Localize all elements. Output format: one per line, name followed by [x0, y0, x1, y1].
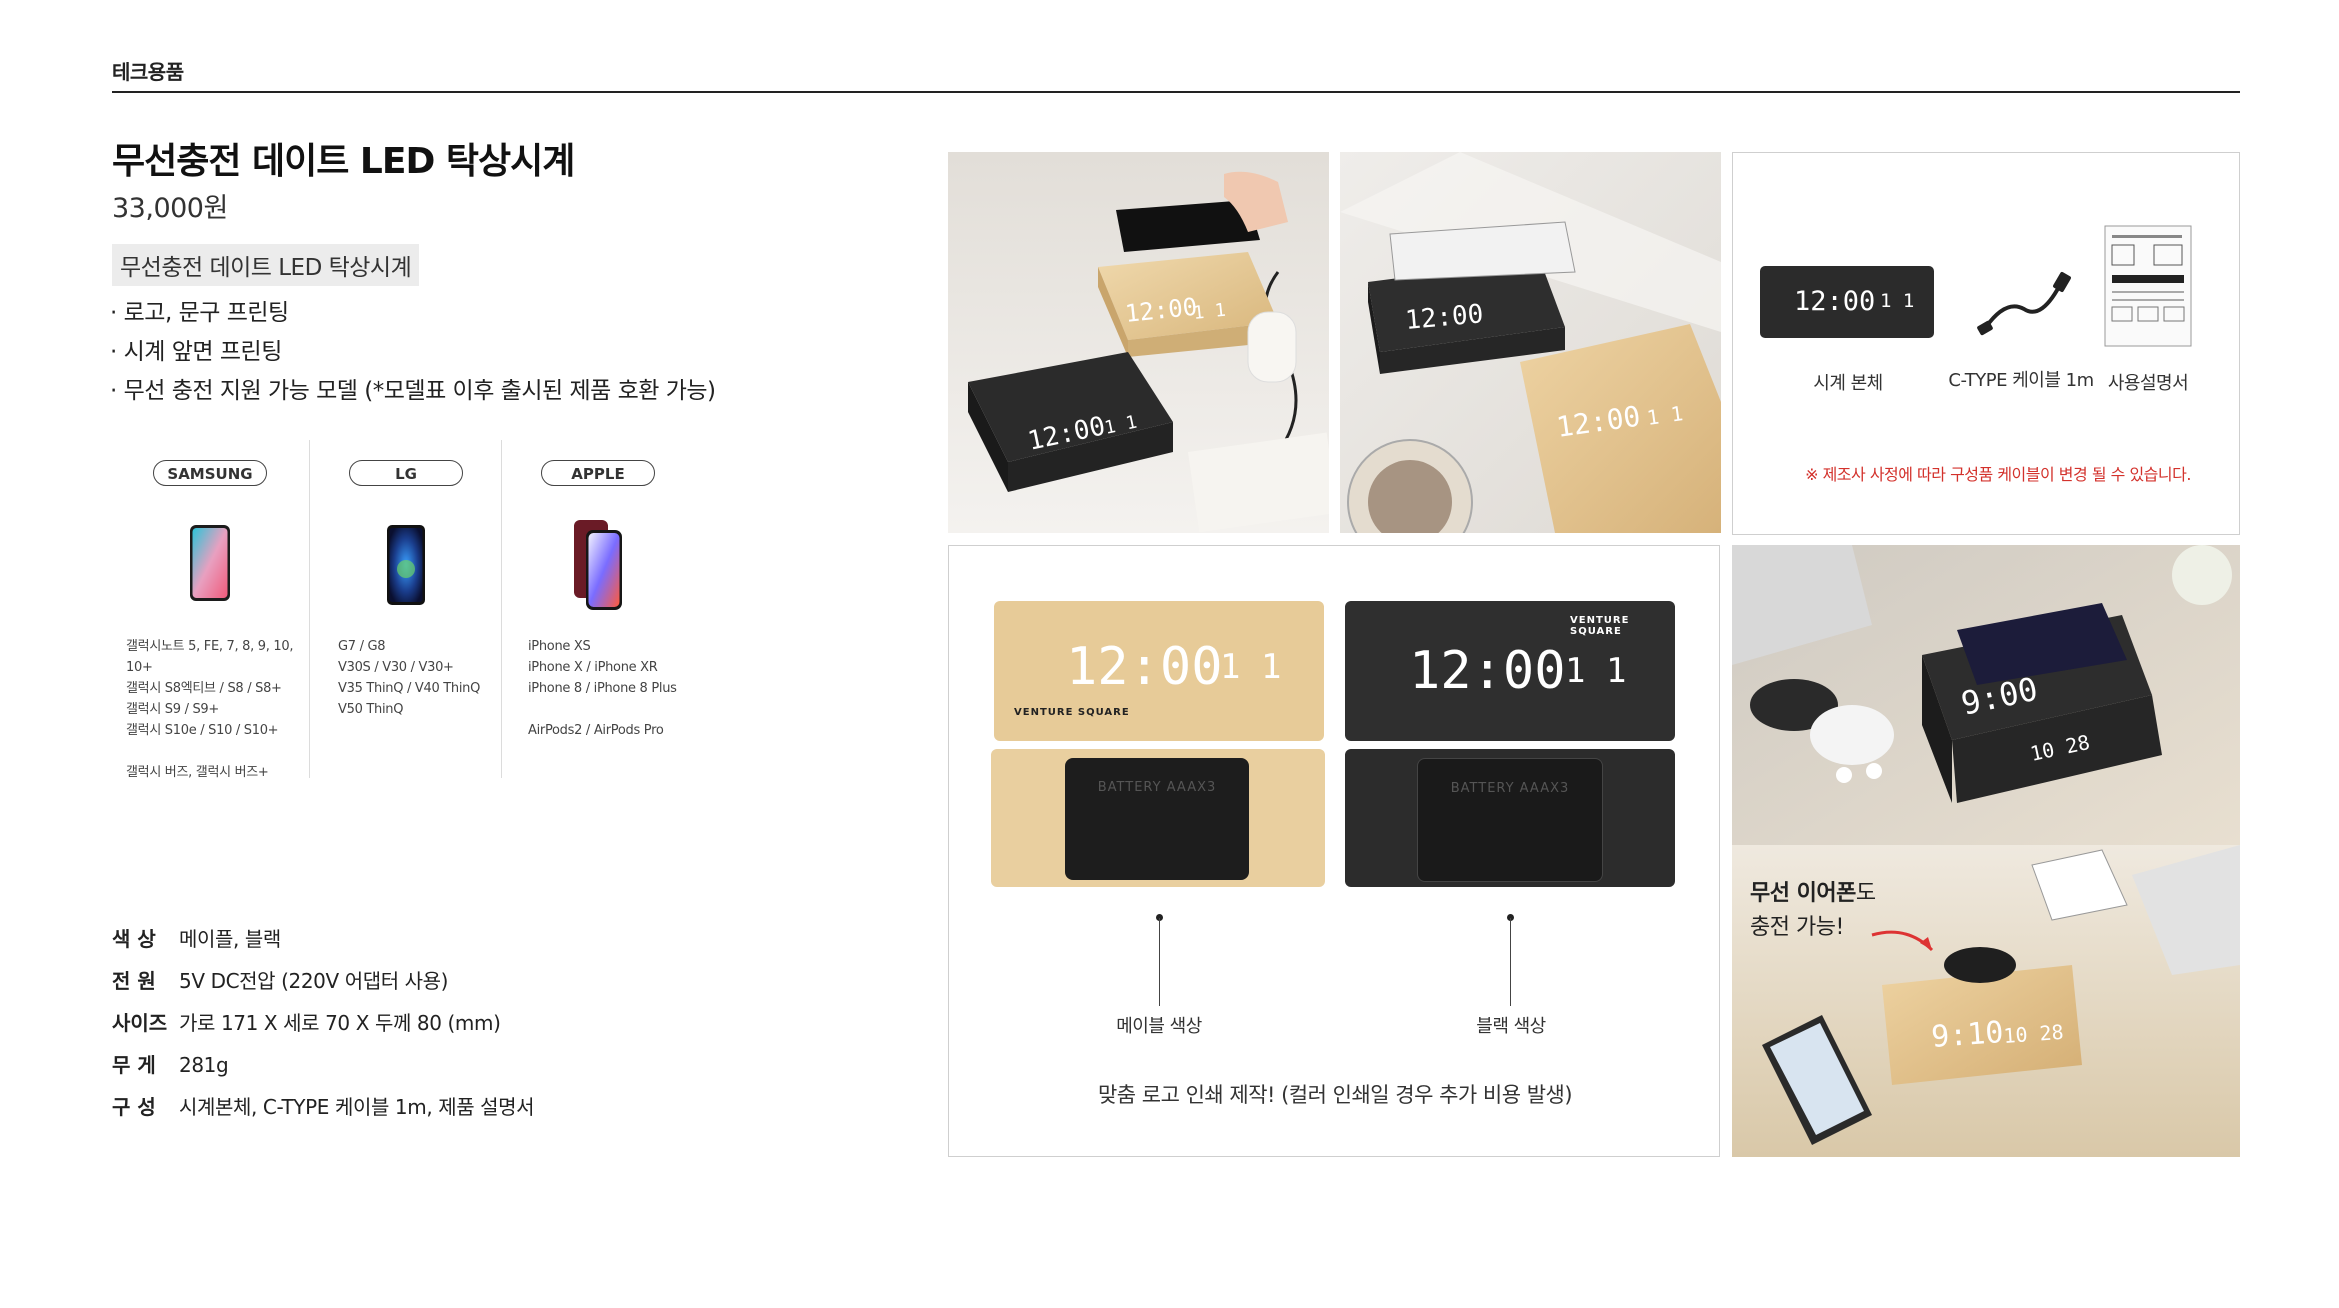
- model-item: V35 ThinQ / V40 ThinQ: [338, 681, 481, 696]
- pointer-line: [1510, 918, 1511, 1006]
- spec-label: 구 성: [112, 1095, 156, 1119]
- spec-row: 전 원 5V DC전압 (220V 어댑터 사용): [112, 960, 534, 1002]
- earphone-caption: 무선 이어폰도 충전 가능!: [1750, 877, 1876, 945]
- photo-phone-charging: 12:00 12:00 1 1: [1340, 152, 1721, 533]
- brand-pill-apple: APPLE: [541, 460, 655, 486]
- led-time: 12:00: [1409, 641, 1566, 701]
- black-color-label: 블랙 색상: [1476, 1016, 1546, 1037]
- black-clock-back: BATTERY AAAX3: [1345, 749, 1675, 887]
- model-item: [126, 741, 308, 762]
- clock-body-image: 12:00 1 1: [1760, 266, 1934, 338]
- logo-print: VENTURE SQUARE: [1570, 615, 1630, 637]
- spec-row: 구 성 시계본체, C-TYPE 케이블 1m, 제품 설명서: [112, 1086, 535, 1128]
- compat-apple: APPLE iPhone XS iPhone X / iPhone XR iPh…: [502, 440, 694, 778]
- brand-pill-samsung: SAMSUNG: [153, 460, 267, 486]
- component-notice: ※ 제조사 사정에 따라 구성품 케이블이 변경 될 수 있습니다.: [1805, 465, 2191, 484]
- black-clock-front: 12:00 1 1 VENTURE SQUARE: [1345, 601, 1675, 741]
- led-date: 1 1: [1220, 647, 1282, 687]
- earphone-caption-rest: 도: [1855, 881, 1876, 906]
- model-item: 갤럭시 S10e / S10 / S10+: [126, 723, 279, 738]
- color-variants-panel: 12:00 1 1 VENTURE SQUARE 12:00 1 1 VENTU…: [948, 545, 1720, 1157]
- battery-text: BATTERY AAAX3: [1097, 780, 1217, 795]
- feature-item: · 로고, 문구 프린팅: [110, 300, 289, 326]
- model-item: G7 / G8: [338, 639, 386, 654]
- product-title: 무선충전 데이트 LED 탁상시계: [112, 141, 575, 182]
- model-item: 갤럭시 S8엑티브 / S8 / S8+: [126, 681, 282, 696]
- apple-phone-icon: [574, 520, 622, 610]
- model-item: 갤럭시 버즈, 갤럭시 버즈+: [126, 765, 269, 780]
- battery-cover: BATTERY AAAX3: [1417, 758, 1603, 882]
- led-time: 12:00: [1794, 286, 1876, 317]
- feature-item: · 무선 충전 지원 가능 모델 (*모델표 이후 출시된 제품 호환 가능): [110, 378, 716, 404]
- product-tag: 무선충전 데이트 LED 탁상시계: [112, 244, 420, 286]
- model-item: iPhone 8 / iPhone 8 Plus: [528, 681, 677, 696]
- spec-row: 사이즈 가로 171 X 세로 70 X 두께 80 (mm): [112, 1002, 534, 1044]
- model-item: AirPods2 / AirPods Pro: [528, 723, 664, 738]
- battery-cover: BATTERY AAAX3: [1065, 758, 1249, 880]
- lg-model-list: G7 / G8 V30S / V30 / V30+ V35 ThinQ / V4…: [338, 636, 480, 720]
- spec-row: 무 게 281g: [112, 1044, 534, 1086]
- led-time: 9:10: [1930, 1015, 2005, 1055]
- lg-phone-icon: [387, 525, 425, 605]
- model-item: [528, 699, 677, 720]
- usb-cable-icon: [1977, 271, 2071, 336]
- led-date: 1 1: [1880, 290, 1915, 312]
- brand-pill-lg: LG: [349, 460, 463, 486]
- maple-clock-front: 12:00 1 1 VENTURE SQUARE: [994, 601, 1324, 741]
- spec-value: 5V DC전압 (220V 어댑터 사용): [179, 969, 449, 993]
- spec-value: 메이플, 블랙: [179, 927, 281, 951]
- maple-color-label: 메이블 색상: [1116, 1016, 1202, 1037]
- component-label-cable: C-TYPE 케이블 1m: [1948, 370, 2094, 391]
- logo-print-caption: 맞춤 로고 인쇄 제작! (컬러 인쇄일 경우 추가 비용 발생): [1097, 1083, 1573, 1107]
- pointer-line: [1159, 918, 1160, 1006]
- logo-print: VENTURE SQUARE: [1014, 707, 1130, 718]
- model-item: iPhone XS: [528, 639, 591, 654]
- spec-label: 사이즈: [112, 1011, 168, 1035]
- model-item: iPhone X / iPhone XR: [528, 660, 658, 675]
- samsung-model-list: 갤럭시노트 5, FE, 7, 8, 9, 10, 10+ 갤럭시 S8엑티브 …: [126, 636, 308, 783]
- spec-label: 색 상: [112, 927, 156, 951]
- manual-icon: [2104, 225, 2192, 347]
- spec-row: 색 상 메이플, 블랙: [112, 918, 534, 960]
- led-time: 12:00: [1066, 637, 1223, 697]
- battery-text: BATTERY AAAX3: [1450, 781, 1570, 796]
- maple-clock-back: BATTERY AAAX3: [991, 749, 1325, 887]
- compat-samsung: SAMSUNG 갤럭시노트 5, FE, 7, 8, 9, 10, 10+ 갤럭…: [112, 440, 308, 780]
- spec-value: 281g: [179, 1053, 229, 1077]
- component-label-manual: 사용설명서: [2107, 373, 2189, 394]
- feature-item: · 시계 앞면 프린팅: [110, 339, 282, 365]
- apple-model-list: iPhone XS iPhone X / iPhone XR iPhone 8 …: [528, 636, 677, 741]
- samsung-phone-icon: [190, 525, 230, 601]
- earphone-caption-line2: 충전 가능!: [1750, 915, 1844, 940]
- led-date: 1 1: [1645, 401, 1684, 430]
- led-date: 1 1: [1192, 300, 1227, 324]
- spec-value: 가로 171 X 세로 70 X 두께 80 (mm): [179, 1011, 501, 1035]
- compat-lg: LG G7 / G8 V30S / V30 / V30+ V35 ThinQ /…: [310, 440, 502, 778]
- model-item: 갤럭시노트 5, FE, 7, 8, 9, 10, 10+: [126, 639, 294, 675]
- led-date: 10 28: [2003, 1020, 2065, 1048]
- earphone-caption-bold: 무선 이어폰: [1750, 881, 1856, 906]
- model-item: V30S / V30 / V30+: [338, 660, 454, 675]
- components-panel: 12:00 1 1 시계 본체 C-TYPE 케이블 1m 사용설명서 ※ 제조…: [1732, 152, 2240, 535]
- model-item: V50 ThinQ: [338, 702, 404, 717]
- spec-label: 전 원: [112, 969, 156, 993]
- feature-list: · 로고, 문구 프린팅 · 시계 앞면 프린팅 · 무선 충전 지원 가능 모…: [110, 294, 716, 411]
- product-price: 33,000원: [112, 193, 228, 224]
- led-date: 1 1: [1565, 651, 1627, 691]
- spec-value: 시계본체, C-TYPE 케이블 1m, 제품 설명서: [179, 1095, 535, 1119]
- category-label: 테크용품: [112, 60, 184, 84]
- photo-lifestyle: 9:00 10 28 9:10 10 28 무선 이어폰도 충전 가능!: [1732, 545, 2240, 1157]
- spec-label: 무 게: [112, 1053, 156, 1077]
- photo-clocks-table: 12:00 1 1 12:00 1 1: [948, 152, 1329, 533]
- model-item: 갤럭시 S9 / S9+: [126, 702, 219, 717]
- spec-table: 색 상 메이플, 블랙 전 원 5V DC전압 (220V 어댑터 사용) 사이…: [112, 918, 535, 1128]
- component-label-body: 시계 본체: [1813, 373, 1883, 394]
- header-divider: [112, 91, 2240, 93]
